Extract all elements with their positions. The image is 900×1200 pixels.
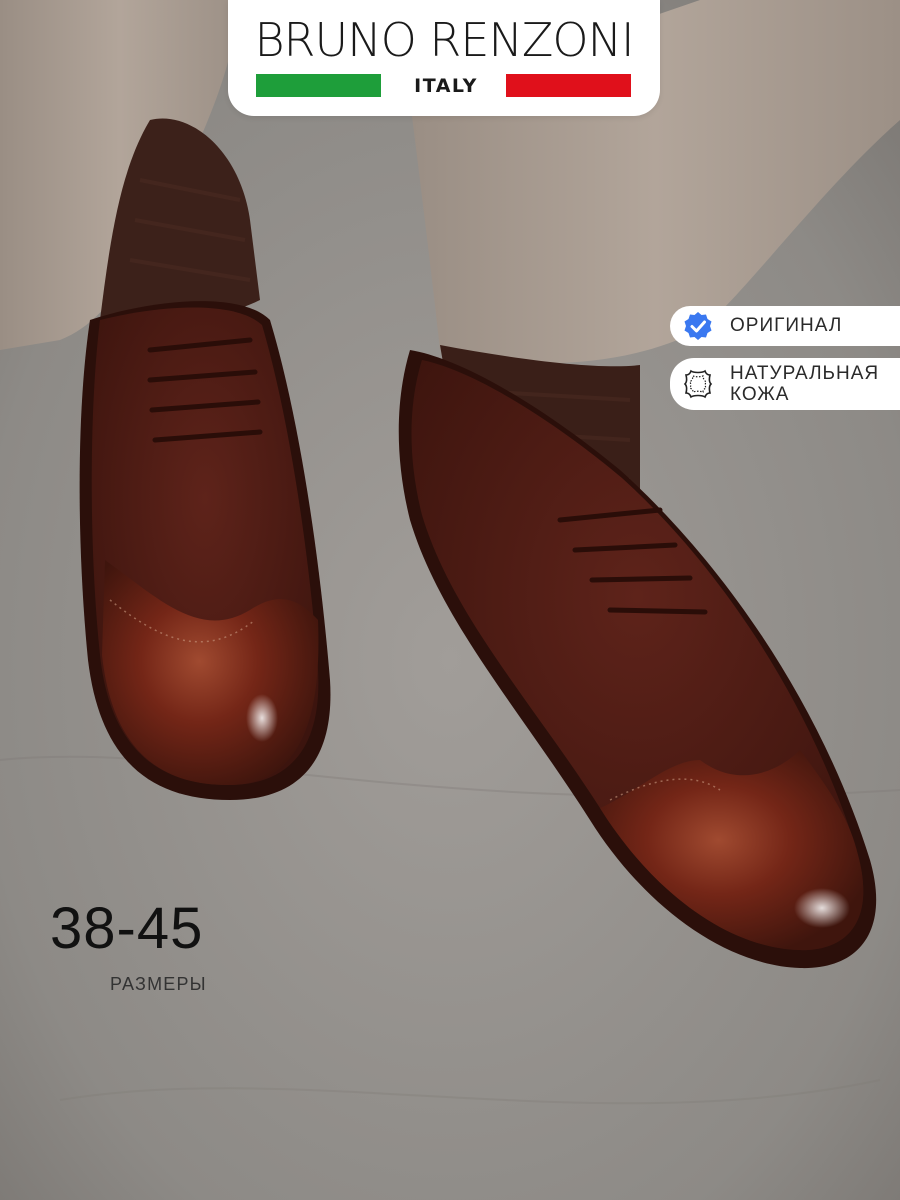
leather-hide-icon — [683, 369, 713, 399]
brand-logo-card: BRUNO RENZONI ITALY — [228, 0, 660, 116]
size-range: 38-45 — [50, 896, 204, 961]
leather-label-line2: КОЖА — [730, 384, 790, 405]
size-label: РАЗМЕРЫ — [110, 974, 207, 994]
product-photo — [0, 0, 900, 1200]
italy-flag-green-stripe — [256, 74, 381, 97]
leather-label-line1: НАТУРАЛЬНАЯ — [730, 363, 880, 384]
original-badge-label: ОРИГИНАЛ — [730, 315, 843, 336]
original-badge: ОРИГИНАЛ — [670, 306, 900, 346]
verified-check-icon — [684, 312, 712, 340]
brand-name: BRUNO RENZONI — [254, 13, 634, 67]
italy-flag-red-stripe — [506, 74, 631, 97]
genuine-leather-badge-label: НАТУРАЛЬНАЯ КОЖА — [730, 363, 879, 405]
brand-country: ITALY — [414, 75, 478, 97]
genuine-leather-badge: НАТУРАЛЬНАЯ КОЖА — [670, 358, 900, 410]
